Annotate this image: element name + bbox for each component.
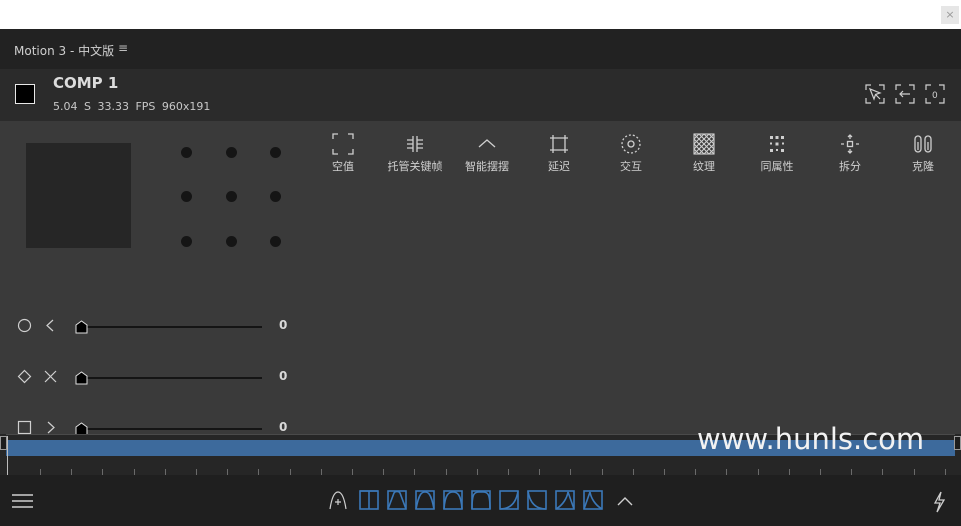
bolt-icon[interactable] (932, 491, 946, 513)
anchor-top-left[interactable] (181, 147, 192, 158)
clone-icon (914, 135, 932, 153)
circle-icon[interactable] (17, 318, 32, 333)
tool-delay[interactable]: 延迟 (524, 133, 594, 174)
interact-icon (621, 134, 641, 154)
ease-in-icon[interactable] (499, 490, 519, 510)
texture-icon (693, 133, 715, 155)
slider-track[interactable] (86, 428, 262, 430)
comp-fps: 33.33 FPS (97, 100, 156, 113)
select-cursor-icon[interactable] (864, 83, 886, 105)
tool-label: 延迟 (548, 160, 570, 173)
tool-label: 拆分 (839, 160, 861, 173)
ease-sharp-a-icon[interactable] (555, 490, 575, 510)
comp-preview (26, 143, 131, 248)
keyframe-manage-icon (407, 136, 423, 152)
tool-split[interactable]: 拆分 (815, 133, 885, 174)
panel-title: Motion 3 - 中文版 (14, 44, 115, 58)
hamburger-icon[interactable] (12, 494, 33, 508)
ease-linear-icon[interactable] (359, 490, 379, 510)
bottom-toolbar (0, 475, 961, 526)
tool-interact[interactable]: 交互 (596, 133, 666, 174)
chevron-right-icon[interactable] (43, 420, 58, 435)
tool-label: 托管关键帧 (387, 160, 443, 173)
slider-thumb[interactable] (75, 371, 88, 385)
chevron-up-icon[interactable] (616, 495, 634, 507)
delay-icon (550, 135, 568, 153)
comp-header: COMP 1 5.04 S 33.33 FPS 960x191 0 (0, 69, 961, 121)
anchor-center[interactable] (226, 191, 237, 202)
ease-in-out-b-icon[interactable] (415, 490, 435, 510)
slider-track[interactable] (86, 326, 262, 328)
ease-in-out-c-icon[interactable] (443, 490, 463, 510)
watermark-text: www.hunls.com (697, 422, 925, 456)
fit-zero-icon[interactable]: 0 (924, 83, 946, 105)
tool-label: 交互 (620, 160, 642, 173)
anchor-bottom-center[interactable] (226, 236, 237, 247)
slider-row-circle: 0 (0, 316, 300, 338)
tool-label: 空值 (332, 160, 354, 173)
main-area: 空值 托管关键帧 智能摆摆 延迟 交互 纹理 同属性 拆分 克隆 0 0 0 (0, 121, 961, 436)
tool-label: 智能摆摆 (465, 160, 509, 173)
add-ease-icon[interactable] (328, 490, 348, 510)
anchor-bottom-left[interactable] (181, 236, 192, 247)
slider-row-diamond: 0 (0, 367, 300, 389)
tool-same-attr[interactable]: 同属性 (742, 133, 812, 174)
anchor-bottom-right[interactable] (270, 236, 281, 247)
tool-label: 纹理 (693, 160, 715, 173)
comp-duration: 5.04 S (53, 100, 91, 113)
anchor-middle-right[interactable] (270, 191, 281, 202)
slider-thumb[interactable] (75, 320, 88, 334)
anchor-top-center[interactable] (226, 147, 237, 158)
anchor-middle-left[interactable] (181, 191, 192, 202)
panel-menu-icon[interactable]: ≡ (118, 41, 128, 55)
slider-track[interactable] (86, 377, 262, 379)
timeline-end-handle[interactable] (954, 436, 961, 450)
comp-name: COMP 1 (53, 74, 119, 92)
x-icon[interactable] (43, 369, 58, 384)
anchor-top-right[interactable] (270, 147, 281, 158)
chevron-left-icon[interactable] (43, 318, 58, 333)
tool-texture[interactable]: 纹理 (669, 133, 739, 174)
comp-info: 5.04 S 33.33 FPS 960x191 (53, 100, 210, 113)
ease-out-icon[interactable] (527, 490, 547, 510)
tool-clone[interactable]: 克隆 (888, 133, 958, 174)
slider-value: 0 (279, 420, 288, 434)
comp-size: 960x191 (161, 100, 211, 113)
split-icon (841, 134, 859, 154)
tool-label: 同属性 (760, 160, 794, 173)
diamond-icon[interactable] (17, 369, 32, 384)
ease-flat-icon[interactable] (471, 490, 491, 510)
null-icon (332, 133, 354, 155)
same-attr-icon (770, 136, 784, 152)
window-close-button[interactable]: × (941, 6, 959, 24)
fit-left-icon[interactable] (894, 83, 916, 105)
slider-value: 0 (279, 318, 288, 332)
timeline-start-handle[interactable] (0, 436, 7, 450)
ease-in-out-a-icon[interactable] (387, 490, 407, 510)
slider-value: 0 (279, 369, 288, 383)
tool-keyframe-manage[interactable]: 托管关键帧 (380, 133, 450, 174)
smart-swing-icon (478, 139, 496, 148)
panel-titlebar: Motion 3 - 中文版 ≡ (0, 29, 961, 69)
tool-smart-swing[interactable]: 智能摆摆 (452, 133, 522, 174)
comp-color-swatch[interactable] (15, 84, 35, 104)
tool-null[interactable]: 空值 (308, 133, 378, 174)
timeline-playhead[interactable] (7, 436, 8, 475)
fit-zero-label: 0 (932, 91, 938, 101)
tool-label: 克隆 (912, 160, 934, 173)
square-icon[interactable] (17, 420, 32, 435)
ease-sharp-b-icon[interactable] (583, 490, 603, 510)
